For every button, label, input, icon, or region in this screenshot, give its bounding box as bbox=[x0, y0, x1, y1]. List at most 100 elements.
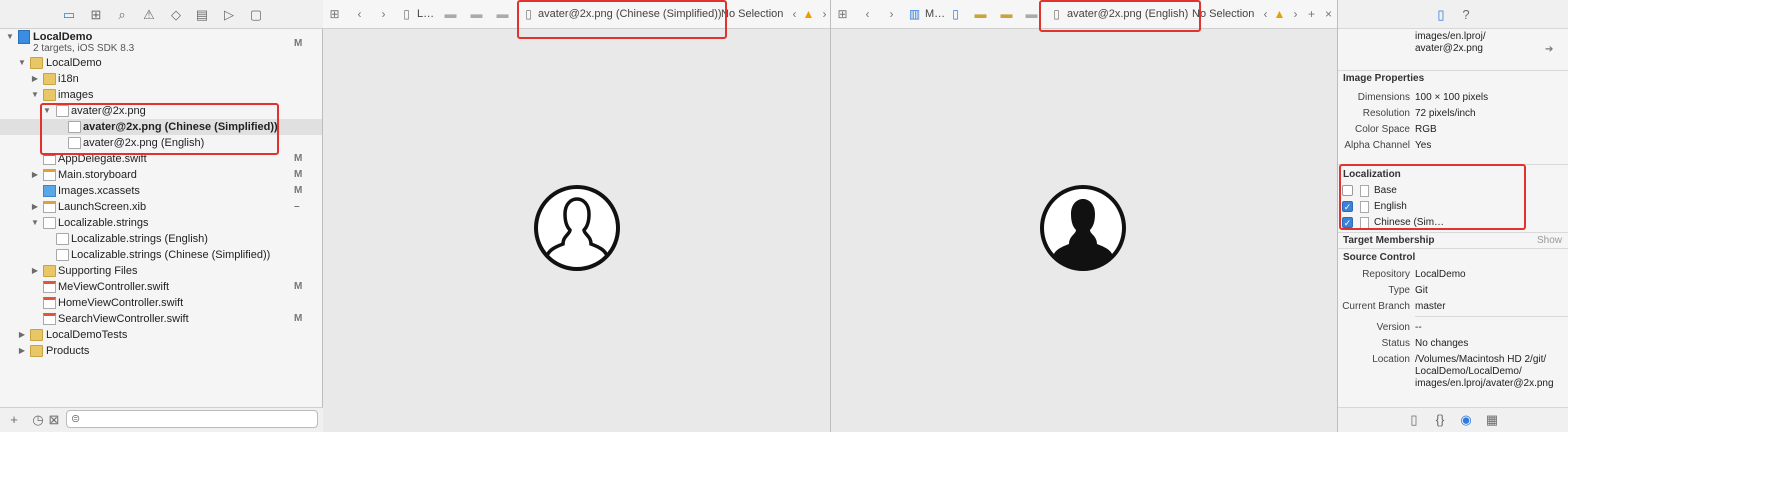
help-icon[interactable]: ? bbox=[1458, 7, 1474, 23]
search-icon[interactable]: ⌕ bbox=[114, 7, 130, 23]
recent-files-icon[interactable]: ◷ bbox=[30, 412, 46, 428]
path-line: images/en.lproj/ bbox=[1415, 31, 1486, 42]
disclosure-open-icon[interactable]: ▼ bbox=[5, 29, 15, 45]
folder-icon[interactable]: ▬ bbox=[470, 8, 483, 21]
property-key: Alpha Channel bbox=[1344, 140, 1410, 151]
property-value: Git bbox=[1415, 285, 1428, 296]
library-bar: ▯ {} ◉ ▦ bbox=[1338, 407, 1568, 432]
strings-file-icon bbox=[56, 249, 69, 261]
breadcrumb-project[interactable]: M… bbox=[925, 0, 945, 29]
related-items-icon[interactable]: ⊞ bbox=[328, 8, 341, 21]
split-view-icon[interactable]: ▥ bbox=[908, 8, 921, 21]
status-badge: M bbox=[294, 281, 303, 292]
breakpoint-icon[interactable]: ▷ bbox=[221, 7, 237, 23]
tree-label: Localizable.strings (Chinese (Simplified… bbox=[71, 249, 271, 261]
disclosure-closed-icon[interactable]: ▶ bbox=[17, 343, 27, 359]
location-line: LocalDemo/LocalDemo/ bbox=[1415, 366, 1522, 377]
swift-file-icon bbox=[43, 313, 56, 325]
tree-label: SearchViewController.swift bbox=[58, 313, 189, 325]
folder-icon[interactable]: ▭ bbox=[61, 7, 77, 23]
tree-row[interactable]: ▶ i18n bbox=[0, 71, 322, 87]
folder-icon[interactable]: ▬ bbox=[1000, 8, 1013, 21]
forward-icon[interactable]: › bbox=[377, 8, 390, 21]
tree-row[interactable]: ▶ Products bbox=[0, 343, 322, 359]
warning-icon[interactable]: ▲ bbox=[802, 8, 815, 21]
file-template-icon[interactable]: ▯ bbox=[1406, 412, 1422, 428]
tree-row[interactable]: SearchViewController.swift M bbox=[0, 311, 322, 327]
property-key: Location bbox=[1372, 354, 1410, 365]
disclosure-open-icon[interactable]: ▼ bbox=[17, 55, 27, 71]
tree-row[interactable]: MeViewController.swift M bbox=[0, 279, 322, 295]
debug-icon[interactable]: ▤ bbox=[194, 7, 210, 23]
disclosure-open-icon[interactable]: ▼ bbox=[30, 87, 40, 103]
back-icon[interactable]: ‹ bbox=[353, 8, 366, 21]
back-issue-icon[interactable]: ‹ bbox=[788, 8, 801, 21]
tree-row[interactable]: ▼ Localizable.strings bbox=[0, 215, 322, 231]
back-icon[interactable]: ‹ bbox=[861, 8, 874, 21]
back-issue-icon[interactable]: ‹ bbox=[1259, 8, 1272, 21]
folder-icon[interactable]: ▬ bbox=[444, 8, 457, 21]
show-button[interactable]: Show bbox=[1537, 235, 1562, 246]
folder-icon[interactable]: ▬ bbox=[496, 8, 509, 21]
warning-icon[interactable]: ⚠ bbox=[141, 7, 157, 23]
tree-label: Products bbox=[46, 345, 90, 357]
symbol-icon[interactable]: ⊞ bbox=[88, 7, 104, 23]
status-badge: M bbox=[294, 169, 303, 180]
tree-row[interactable]: ▶ Supporting Files bbox=[0, 263, 322, 279]
object-library-icon[interactable]: ◉ bbox=[1458, 412, 1474, 428]
disclosure-open-icon[interactable]: ▼ bbox=[30, 215, 40, 231]
log-icon[interactable]: ▢ bbox=[248, 7, 264, 23]
reveal-arrow-icon[interactable]: ➔ bbox=[1545, 44, 1553, 55]
related-items-icon[interactable]: ⊞ bbox=[836, 8, 849, 21]
tree-row[interactable]: Images.xcassets M bbox=[0, 183, 322, 199]
disclosure-closed-icon[interactable]: ▶ bbox=[30, 167, 40, 183]
add-icon[interactable]: + bbox=[6, 412, 22, 428]
project-icon[interactable]: ▯ bbox=[949, 8, 962, 21]
swift-file-icon bbox=[43, 297, 56, 309]
editor-left: ⊞ ‹ › ▯ L… ▬ ▬ ▬ ▯ avater@2x.png (Chines… bbox=[323, 0, 831, 432]
tree-label: HomeViewController.swift bbox=[58, 297, 184, 309]
tree-row[interactable]: ▶ LaunchScreen.xib – bbox=[0, 199, 322, 215]
add-editor-icon[interactable]: + bbox=[1305, 8, 1318, 21]
image-properties-title: Image Properties bbox=[1343, 73, 1425, 84]
tree-row[interactable]: Localizable.strings (Chinese (Simplified… bbox=[0, 247, 322, 263]
tree-row[interactable]: ▼ LocalDemo bbox=[0, 55, 322, 71]
tree-label: Main.storyboard bbox=[58, 169, 137, 181]
status-badge: M bbox=[294, 313, 303, 324]
divider bbox=[1415, 316, 1568, 317]
folder-icon[interactable]: ▬ bbox=[1025, 8, 1038, 21]
forward-icon[interactable]: › bbox=[885, 8, 898, 21]
disclosure-closed-icon[interactable]: ▶ bbox=[30, 263, 40, 279]
scm-filter-icon[interactable]: ⊠ bbox=[46, 412, 62, 428]
property-value: 72 pixels/inch bbox=[1415, 108, 1476, 119]
folder-icon[interactable]: ▬ bbox=[974, 8, 987, 21]
tree-row[interactable]: HomeViewController.swift bbox=[0, 295, 322, 311]
close-editor-icon[interactable]: × bbox=[1322, 8, 1335, 21]
tree-row[interactable]: ▶ Main.storyboard M bbox=[0, 167, 322, 183]
status-badge: M bbox=[294, 153, 303, 164]
file-inspector-icon[interactable]: ▯ bbox=[1433, 7, 1449, 23]
disclosure-closed-icon[interactable]: ▶ bbox=[17, 327, 27, 343]
disclosure-closed-icon[interactable]: ▶ bbox=[30, 71, 40, 87]
tree-row[interactable]: ▶ LocalDemoTests bbox=[0, 327, 322, 343]
forward-issue-icon[interactable]: › bbox=[818, 8, 831, 21]
breadcrumb-selection[interactable]: No Selection bbox=[1192, 0, 1254, 29]
filter-field[interactable]: ⊜ bbox=[66, 410, 318, 428]
disclosure-closed-icon[interactable]: ▶ bbox=[30, 199, 40, 215]
file-path: images/en.lproj/ avater@2x.png bbox=[1415, 31, 1486, 55]
property-key: Version bbox=[1376, 322, 1410, 333]
tree-row[interactable]: Localizable.strings (English) bbox=[0, 231, 322, 247]
media-library-icon[interactable]: ▦ bbox=[1484, 412, 1500, 428]
code-snippet-icon[interactable]: {} bbox=[1432, 412, 1448, 428]
property-value: LocalDemo bbox=[1415, 269, 1466, 280]
forward-issue-icon[interactable]: › bbox=[1289, 8, 1302, 21]
tree-row[interactable]: ▼ images bbox=[0, 87, 322, 103]
property-value: No changes bbox=[1415, 338, 1469, 349]
property-value: 100 × 100 pixels bbox=[1415, 92, 1489, 103]
folder-icon bbox=[30, 345, 43, 357]
property-key: Color Space bbox=[1354, 124, 1410, 135]
test-icon[interactable]: ◇ bbox=[168, 7, 184, 23]
breadcrumb-project[interactable]: L… bbox=[417, 0, 434, 29]
breadcrumb-selection[interactable]: No Selection bbox=[721, 0, 783, 29]
warning-icon[interactable]: ▲ bbox=[1273, 8, 1286, 21]
